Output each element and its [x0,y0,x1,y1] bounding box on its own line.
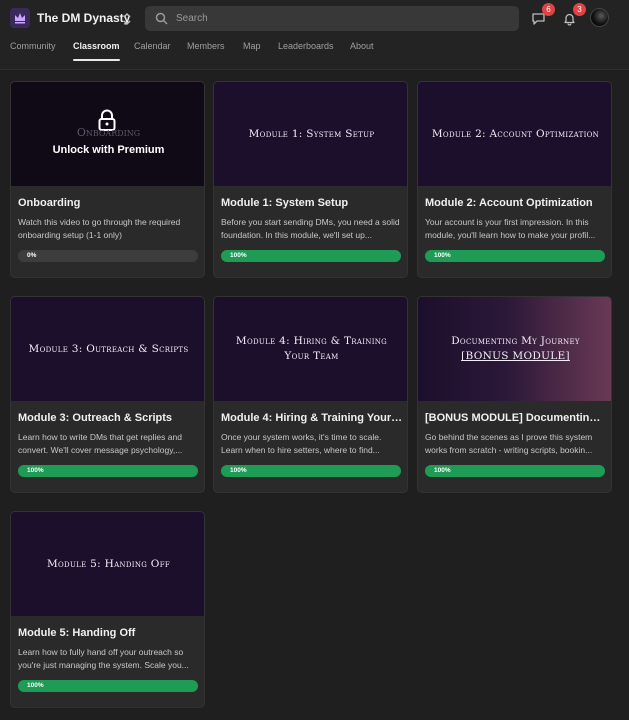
course-cover: Module 4: Hiring & Training Your Team [214,297,407,401]
course-description: Once your system works, it's time to sca… [221,432,382,455]
cover-title: Module 5: Handing Off [46,557,171,570]
cover-title: Module 3: Outreach & Scripts [28,342,189,355]
search-bar[interactable] [145,6,519,31]
top-bar: The DM Dynasty 6 3 Community Classroom C… [0,0,629,70]
progress-label: 0% [27,252,37,259]
cover-subtitle: [BONUS MODULE] [461,350,570,362]
progress-label: 100% [27,467,44,474]
course-cover: Onboarding Unlock with Premium [11,82,204,186]
course-description: Learn how to fully hand off your outreac… [18,647,189,670]
cover-title: Module 4: Hiring & Training Your Team [235,335,388,362]
progress-label: 100% [434,467,451,474]
course-card-bonus-module[interactable]: Documenting My Journey [BONUS MODULE] [B… [417,296,612,493]
nav-tabs: Community Classroom Calendar Members Map… [0,36,629,70]
course-title: Module 1: System Setup [221,197,349,209]
progress-bar: 100% [18,465,198,477]
course-card-module-4[interactable]: Module 4: Hiring & Training Your Team Mo… [213,296,408,493]
notifications-button[interactable]: 3 [560,3,586,27]
course-card-onboarding[interactable]: Onboarding Unlock with Premium Onboardin… [10,81,205,278]
progress-bar: 100% [18,680,198,692]
progress-label: 100% [27,682,44,689]
tab-members[interactable]: Members [187,41,225,63]
course-cover: Module 2: Account Optimization [418,82,611,186]
tab-calendar[interactable]: Calendar [134,41,171,63]
progress-fill [425,250,605,262]
cover-title: Module 2: Account Optimization [431,127,600,140]
cover-title-block: Documenting My Journey [BONUS MODULE] [439,334,592,364]
tab-map[interactable]: Map [243,41,261,63]
unlock-premium-label: Unlock with Premium [52,144,165,156]
course-title: Onboarding [18,197,81,209]
notifications-badge: 3 [573,3,586,16]
progress-fill [18,465,198,477]
progress-bar: 100% [221,465,401,477]
course-card-module-1[interactable]: Module 1: System Setup Module 1: System … [213,81,408,278]
course-title: Module 3: Outreach & Scripts [18,412,173,424]
progress-fill [221,465,401,477]
course-title: Module 2: Account Optimization [425,197,593,209]
course-description: Before you start sending DMs, you need a… [221,217,400,240]
progress-label: 100% [434,252,451,259]
progress-bar: 100% [221,250,401,262]
progress-label: 100% [230,252,247,259]
cover-title: Module 1: System Setup [248,127,375,140]
crown-logo-icon [15,13,25,24]
cover-title: Documenting My Journey [451,335,580,347]
chat-badge: 6 [542,3,555,16]
progress-bar: 100% [425,250,605,262]
course-card-module-2[interactable]: Module 2: Account Optimization Module 2:… [417,81,612,278]
chat-button[interactable]: 6 [529,3,555,27]
progress-fill [425,465,605,477]
cover-title: Onboarding [76,126,141,139]
group-name[interactable]: The DM Dynasty [37,11,130,25]
course-cover: Module 1: System Setup [214,82,407,186]
tab-classroom[interactable]: Classroom [73,41,120,63]
course-description: Watch this video to go through the requi… [18,217,181,240]
course-card-module-3[interactable]: Module 3: Outreach & Scripts Module 3: O… [10,296,205,493]
course-title: [BONUS MODULE] Documenting ... [425,412,607,424]
search-input[interactable] [176,6,506,31]
tab-community[interactable]: Community [10,41,56,63]
course-cover: Module 3: Outreach & Scripts [11,297,204,401]
course-description: Your account is your first impression. I… [425,217,596,240]
course-title: Module 5: Handing Off [18,627,136,639]
course-description: Go behind the scenes as I prove this sys… [425,432,593,455]
user-avatar[interactable] [590,8,609,27]
progress-bar: 100% [425,465,605,477]
group-switcher-icon[interactable] [121,11,133,27]
progress-label: 100% [230,467,247,474]
group-logo[interactable] [10,8,30,28]
course-cover: Documenting My Journey [BONUS MODULE] [418,297,611,401]
progress-fill [221,250,401,262]
course-card-module-5[interactable]: Module 5: Handing Off Module 5: Handing … [10,511,205,708]
progress-fill [18,680,198,692]
tab-leaderboards[interactable]: Leaderboards [278,41,334,63]
course-title: Module 4: Hiring & Training Your ... [221,412,403,424]
course-cover: Module 5: Handing Off [11,512,204,616]
course-description: Learn how to write DMs that get replies … [18,432,183,455]
progress-bar: 0% [18,250,198,262]
tab-about[interactable]: About [350,41,374,63]
search-icon [155,12,168,25]
